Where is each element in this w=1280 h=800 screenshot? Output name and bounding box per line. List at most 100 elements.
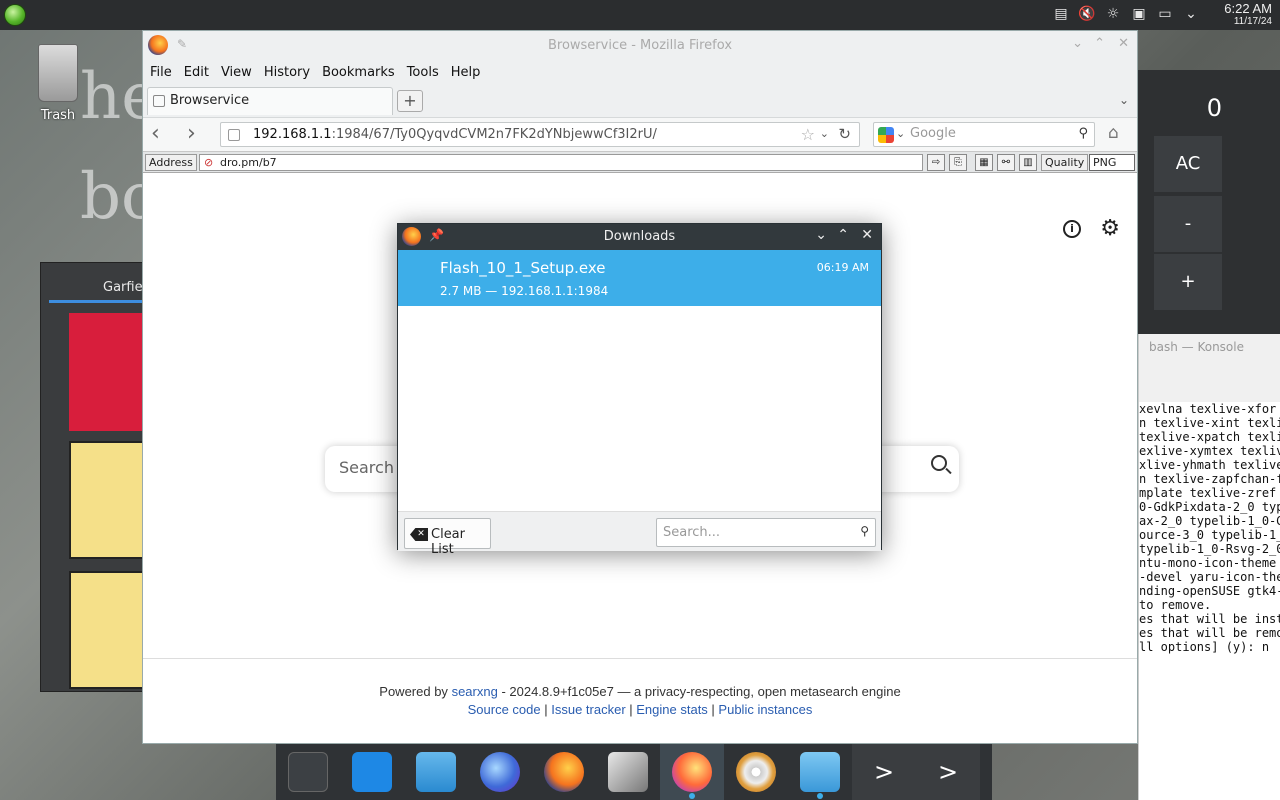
minimize-icon[interactable]: ⌄ <box>815 227 827 243</box>
download-list-empty-area <box>398 306 881 511</box>
display-icon[interactable]: ▭ <box>1156 5 1174 23</box>
taskbar-terminal[interactable]: > <box>852 744 916 800</box>
download-meta: 2.7 MB — 192.168.1.1:1984 <box>440 284 609 298</box>
konsole-line: xevlna texlive-xfor <box>1139 402 1277 416</box>
konsole-line: ntu-mono-icon-theme u <box>1139 556 1280 570</box>
site-identity-icon[interactable] <box>228 129 240 141</box>
clipboard-icon[interactable]: ▤ <box>1052 5 1070 23</box>
search-icon[interactable]: ⚲ <box>860 524 869 538</box>
find-icon[interactable]: ⚯ <box>997 154 1015 171</box>
go-arrow-icon[interactable]: ⇨ <box>927 154 945 171</box>
comic-panel <box>69 571 151 689</box>
calculator-display: 0 <box>1206 94 1222 122</box>
engine-dropdown-icon[interactable]: ⌄ <box>896 127 905 140</box>
quality-select[interactable]: PNG <box>1089 154 1135 171</box>
engine-stats-link[interactable]: Engine stats <box>636 702 708 717</box>
new-tab-button[interactable]: + <box>397 90 423 112</box>
konsole-output: xevlna texlive-xfor n texlive-xint texli t… <box>1139 402 1280 654</box>
garfield-tab[interactable]: Garfield <box>49 263 154 303</box>
save-icon[interactable]: ▣ <box>1130 5 1148 23</box>
gear-icon[interactable]: ⚙ <box>1100 216 1120 241</box>
browservice-address-bar: Address ⊘ dro.pm/b7 ⇨ ⎘ ▦ ⚯ ▥ Quality PN… <box>143 151 1137 173</box>
menu-history[interactable]: History <box>264 65 310 87</box>
taskbar-discover[interactable] <box>340 744 404 800</box>
address-field[interactable]: ⊘ dro.pm/b7 <box>199 154 923 171</box>
menu-edit[interactable]: Edit <box>184 65 209 87</box>
maximize-icon[interactable]: ⌃ <box>1094 36 1105 51</box>
page-icon <box>153 95 165 107</box>
taskbar-firefox-nightly[interactable] <box>468 744 532 800</box>
calculator-key-plus[interactable]: + <box>1154 254 1222 310</box>
clock[interactable]: 6:22 AM 11/17/24 <box>1224 2 1272 28</box>
top-panel: ▤ 🔇 ☼ ▣ ▭ ⌄ 6:22 AM 11/17/24 <box>0 0 1280 30</box>
terminal-icon: > <box>937 758 959 786</box>
tab-strip: Browservice + ⌄ <box>143 87 1137 117</box>
web-search-input[interactable] <box>910 126 1070 141</box>
garfield-window[interactable]: Garfield <box>40 262 154 692</box>
menu-file[interactable]: File <box>150 65 172 87</box>
downloads-bottom-bar: ✕ Clear List ⚲ <box>398 511 881 557</box>
download-item[interactable]: Flash_10_1_Setup.exe 2.7 MB — 192.168.1.… <box>398 250 881 306</box>
home-icon[interactable]: ⌂ <box>1108 123 1119 143</box>
back-icon[interactable]: ‹ <box>151 123 173 145</box>
info-icon[interactable]: i <box>1063 220 1081 238</box>
bookmark-star-icon[interactable]: ☆ <box>801 125 815 144</box>
taskbar-marble[interactable] <box>596 744 660 800</box>
forward-icon[interactable]: › <box>187 123 209 145</box>
menu-tools[interactable]: Tools <box>407 65 439 87</box>
clear-list-button[interactable]: ✕ Clear List <box>404 518 491 557</box>
taskbar-firefox-active[interactable] <box>660 744 724 800</box>
searxng-link[interactable]: searxng <box>452 684 498 699</box>
close-icon[interactable]: ✕ <box>861 227 873 243</box>
konsole-line: -devel yaru-icon-them <box>1139 570 1280 584</box>
google-icon[interactable] <box>878 127 894 143</box>
window-titlebar[interactable]: ✎ Browservice - Mozilla Firefox ⌄ ⌃ ✕ <box>143 31 1137 59</box>
settings-icon <box>288 752 328 792</box>
downloads-search-box[interactable]: ⚲ <box>656 518 876 547</box>
trash-desktop-icon[interactable]: Trash <box>30 40 86 123</box>
calculator-window[interactable]: 0 AC - + <box>1138 70 1280 340</box>
trash-label: Trash <box>40 108 76 123</box>
url-bar[interactable]: 192.168.1.1:1984/67/Ty0QyqvdCVM2n7FK2dYN… <box>220 122 860 147</box>
taskbar-files[interactable] <box>404 744 468 800</box>
downloads-search-input[interactable] <box>663 525 843 540</box>
menu-help[interactable]: Help <box>451 65 481 87</box>
menu-view[interactable]: View <box>221 65 252 87</box>
disc-icon <box>736 752 776 792</box>
url-dropdown-icon[interactable]: ⌄ <box>820 127 829 140</box>
firefox-icon <box>672 752 712 792</box>
downloads-titlebar[interactable]: 📌 Downloads ⌄ ⌃ ✕ <box>398 224 881 250</box>
opensuse-launcher-icon[interactable] <box>4 4 26 26</box>
clipboard-icon[interactable]: ▥ <box>1019 154 1037 171</box>
file-manager-icon <box>416 752 456 792</box>
minimize-icon[interactable]: ⌄ <box>1072 36 1083 51</box>
chevron-down-icon[interactable]: ⌄ <box>1182 5 1200 23</box>
reload-icon[interactable]: ↻ <box>838 125 851 143</box>
maximize-icon[interactable]: ⌃ <box>837 227 849 243</box>
search-icon[interactable] <box>931 455 947 471</box>
calculator-key-minus[interactable]: - <box>1154 196 1222 252</box>
taskbar-folder[interactable] <box>788 744 852 800</box>
brightness-icon[interactable]: ☼ <box>1104 5 1122 23</box>
close-icon[interactable]: ✕ <box>1118 36 1129 51</box>
search-icon[interactable]: ⚲ <box>1078 126 1088 141</box>
comic-panel <box>69 313 151 431</box>
menu-bookmarks[interactable]: Bookmarks <box>322 65 395 87</box>
bookmark-icon[interactable]: ⎘ <box>949 154 967 171</box>
public-instances-link[interactable]: Public instances <box>718 702 812 717</box>
konsole-window[interactable]: bash — Konsole xevlna texlive-xfor n texl… <box>1138 334 1280 800</box>
taskbar-terminal-2[interactable]: > <box>916 744 980 800</box>
active-indicator <box>817 793 823 799</box>
web-search-bar[interactable]: ⌄ ⚲ <box>873 122 1095 147</box>
volume-muted-icon[interactable]: 🔇 <box>1078 5 1096 23</box>
calculator-key-ac[interactable]: AC <box>1154 136 1222 192</box>
source-code-link[interactable]: Source code <box>468 702 541 717</box>
list-all-tabs-icon[interactable]: ⌄ <box>1119 93 1129 107</box>
save-page-icon[interactable]: ▦ <box>975 154 993 171</box>
issue-tracker-link[interactable]: Issue tracker <box>551 702 625 717</box>
taskbar-firefox[interactable] <box>532 744 596 800</box>
konsole-line: texlive-xpatch texliv <box>1139 430 1280 444</box>
tab-browservice[interactable]: Browservice <box>147 87 393 115</box>
taskbar-disc[interactable] <box>724 744 788 800</box>
taskbar-settings[interactable] <box>276 744 340 800</box>
